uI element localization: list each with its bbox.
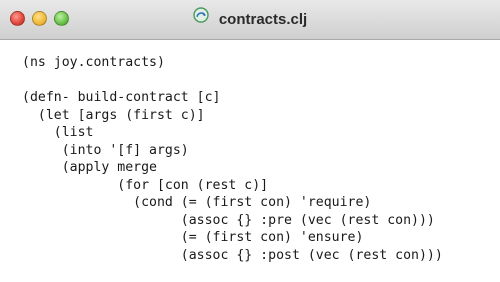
code-line: (list (22, 125, 94, 140)
code-line: (cond (= (first con) 'require) (22, 195, 372, 210)
code-editor[interactable]: (ns joy.contracts) (defn- build-contract … (0, 40, 500, 282)
editor-window: contracts.clj (ns joy.contracts) (defn- b… (0, 0, 500, 282)
code-block: (ns joy.contracts) (defn- build-contract … (22, 54, 443, 264)
code-line: (ns joy.contracts) (22, 55, 165, 70)
code-line: (= (first con) 'ensure) (22, 230, 364, 245)
code-line: (apply merge (22, 160, 157, 175)
code-line: (defn- build-contract [c] (22, 90, 221, 105)
code-line: (let [args (first c)] (22, 107, 205, 123)
window-title-area: contracts.clj (0, 0, 500, 40)
code-line: (assoc {} :post (vec (rest con))) (22, 247, 443, 263)
code-line: (into '[f] args) (22, 142, 189, 158)
code-line: (for [con (rest c)] (22, 177, 269, 193)
clojure-file-icon (193, 0, 209, 39)
title-bar[interactable]: contracts.clj (0, 0, 500, 40)
window-title: contracts.clj (218, 11, 308, 29)
code-line: (assoc {} :pre (vec (rest con))) (22, 212, 435, 228)
